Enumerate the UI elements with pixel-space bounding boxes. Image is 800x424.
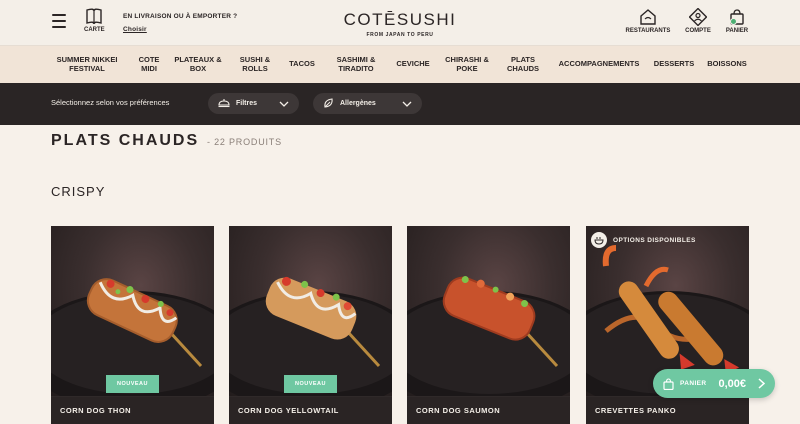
product-name: CREVETTES PANKO (586, 396, 749, 424)
site-header: CARTE EN LIVRAISON OU À EMPORTER ? Chois… (0, 0, 800, 46)
hamburger-icon[interactable] (52, 14, 66, 28)
chevron-right-icon (758, 378, 765, 389)
options-label: OPTIONS DISPONIBLES (613, 236, 696, 244)
product-count: - 22 PRODUITS (207, 137, 282, 147)
new-badge: NOUVEAU (284, 375, 337, 393)
floating-cart-button[interactable]: PANIER 0,00€ (653, 369, 775, 398)
nav-item-plateaux[interactable]: PLATEAUX & BOX (174, 46, 222, 83)
cart-amount: 0,00€ (718, 377, 747, 390)
filters-dropdown[interactable]: Filtres (208, 93, 299, 114)
cart-label: PANIER (680, 380, 707, 387)
new-badge: NOUVEAU (106, 375, 159, 393)
page-title: PLATS CHAUDS (51, 132, 200, 149)
nav-item-sashimi[interactable]: SASHIMI & TIRADITO (328, 46, 384, 83)
nav-item-tacos[interactable]: TACOS (284, 46, 320, 83)
nav-item-plats-chauds[interactable]: PLATS CHAUDS (500, 46, 546, 83)
nav-item-desserts[interactable]: DESSERTS (648, 46, 700, 83)
filter-bar: Sélectionnez selon vos préférences Filtr… (0, 83, 800, 125)
options-available-badge: OPTIONS DISPONIBLES (591, 232, 696, 248)
product-image (51, 226, 214, 396)
delivery-selector: EN LIVRAISON OU À EMPORTER ? Choisir (123, 13, 237, 33)
bowl-icon (591, 232, 607, 248)
nav-item-cote-midi[interactable]: COTE MIDI (132, 46, 166, 83)
cart-header-button[interactable]: PANIER (722, 8, 752, 34)
bag-icon (663, 377, 674, 390)
delivery-choose-link[interactable]: Choisir (123, 26, 237, 33)
book-icon (86, 8, 102, 25)
restaurants-button[interactable]: RESTAURANTS (622, 8, 674, 34)
account-label: COMPTE (685, 28, 711, 34)
product-name: CORN DOG THON (51, 396, 214, 424)
account-icon (689, 8, 707, 26)
store-icon (640, 9, 656, 25)
nav-item-ceviche[interactable]: CEVICHE (390, 46, 436, 83)
carte-button[interactable]: CARTE (84, 8, 105, 33)
nav-item-summer-nikkei[interactable]: SUMMER NIKKEI FESTIVAL (50, 46, 124, 83)
nav-item-boissons[interactable]: BOISSONS (703, 46, 751, 83)
product-image (407, 226, 570, 396)
cart-header-label: PANIER (725, 28, 749, 34)
nav-item-sushi-rolls[interactable]: SUSHI & ROLLS (232, 46, 278, 83)
product-card-corn-dog-thon[interactable]: NOUVEAU CORN DOG THON (51, 226, 214, 424)
cart-badge (730, 18, 737, 25)
allergens-dropdown[interactable]: Allergènes (313, 93, 422, 114)
leaf-icon (324, 98, 333, 108)
logo-tagline: FROM JAPAN TO PERU (366, 32, 434, 38)
nav-item-chirashi[interactable]: CHIRASHI & POKE (440, 46, 494, 83)
product-image (229, 226, 392, 396)
restaurants-label: RESTAURANTS (625, 28, 671, 34)
filters-label: Filtres (236, 100, 258, 107)
carte-label: CARTE (84, 27, 105, 33)
nav-item-accompagnements[interactable]: ACCOMPAGNEMENTS (554, 46, 644, 83)
chevron-down-icon (402, 101, 412, 107)
chevron-down-icon (279, 101, 289, 107)
brand-logo[interactable]: COTĒSUSHI FROM JAPAN TO PERU (330, 10, 470, 38)
category-nav: SUMMER NIKKEI FESTIVAL COTE MIDI PLATEAU… (0, 46, 800, 83)
delivery-question: EN LIVRAISON OU À EMPORTER ? (123, 13, 238, 20)
product-name: CORN DOG SAUMON (407, 396, 570, 424)
allergens-label: Allergènes (340, 100, 376, 107)
product-card-corn-dog-saumon[interactable]: CORN DOG SAUMON (407, 226, 570, 424)
product-card-corn-dog-yellowtail[interactable]: NOUVEAU CORN DOG YELLOWTAIL (229, 226, 392, 424)
filter-icon (218, 99, 230, 108)
product-name: CORN DOG YELLOWTAIL (229, 396, 392, 424)
filter-prompt: Sélectionnez selon vos préférences (51, 98, 170, 107)
logo-text: COTĒSUSHI (343, 10, 457, 29)
account-button[interactable]: COMPTE (680, 8, 716, 34)
section-heading: CRISPY (51, 184, 106, 199)
